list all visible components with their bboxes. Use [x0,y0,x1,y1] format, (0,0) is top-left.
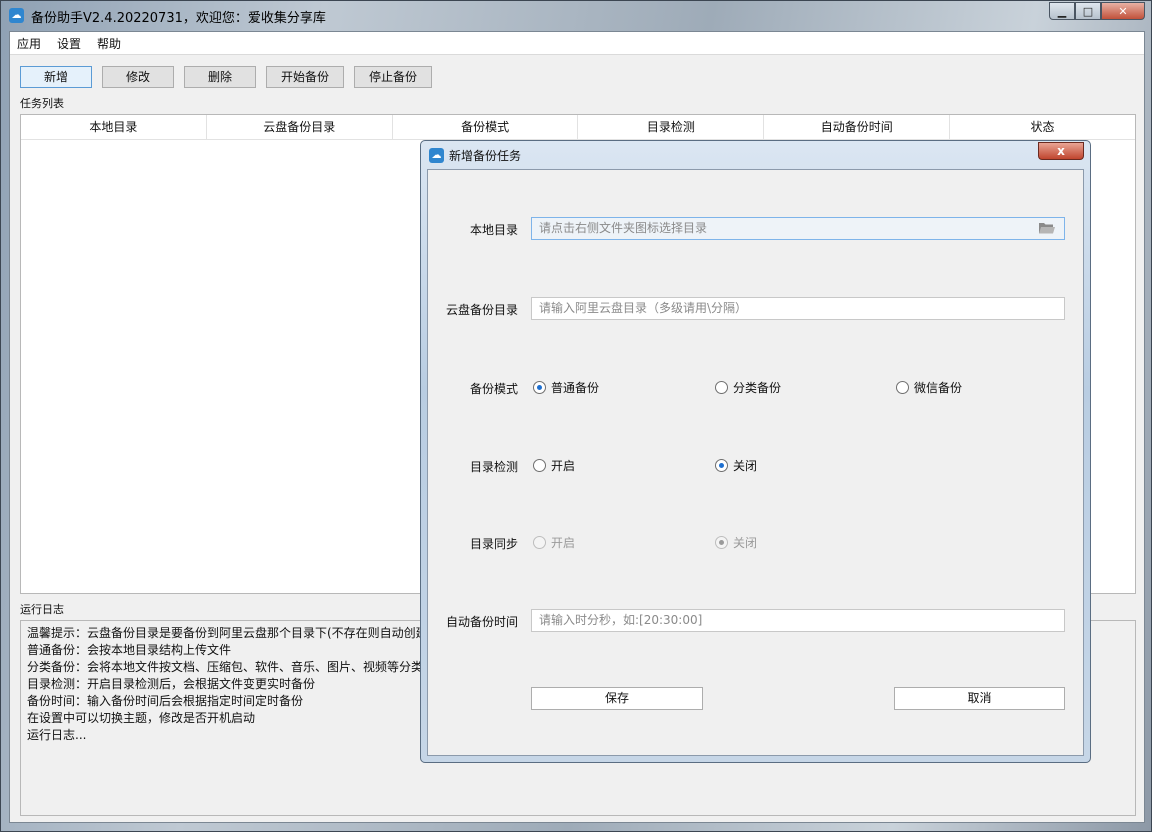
window-title: 备份助手V2.4.20220731，欢迎您：爱收集分享库 [31,11,326,26]
auto-time-input[interactable]: 请输入时分秒，如:[20:30:00] [531,609,1065,632]
maximize-icon[interactable]: □ [1075,2,1101,20]
local-dir-placeholder: 请点击右侧文件夹图标选择目录 [539,221,708,235]
column-dir-check[interactable]: 目录检测 [578,115,765,139]
column-cloud-dir[interactable]: 云盘备份目录 [207,115,393,139]
column-auto-time[interactable]: 自动备份时间 [764,115,951,139]
dialog-title: 新增备份任务 [449,149,522,163]
radio-label: 分类备份 [733,381,782,395]
radio-label: 开启 [551,459,576,473]
radio-dir-sync-off: 关闭 [715,534,757,551]
title-bar[interactable]: ☁ 备份助手V2.4.20220731，欢迎您：爱收集分享库 ▁ □ ✕ [1,1,1151,30]
start-backup-button[interactable]: 开始备份 [266,66,344,88]
cloud-dir-label: 云盘备份目录 [445,303,518,317]
radio-indicator [533,459,546,472]
edit-button[interactable]: 修改 [102,66,174,88]
radio-category-backup[interactable]: 分类备份 [715,379,781,396]
task-list-label: 任务列表 [20,97,64,110]
menu-bar: 应用 设置 帮助 [10,32,1144,55]
radio-indicator [715,459,728,472]
backup-mode-label: 备份模式 [469,382,518,396]
save-button[interactable]: 保存 [531,687,703,710]
minimize-icon[interactable]: ▁ [1049,2,1075,20]
radio-wechat-backup[interactable]: 微信备份 [896,379,962,396]
menu-settings[interactable]: 设置 [57,35,81,52]
radio-indicator [715,381,728,394]
column-backup-mode[interactable]: 备份模式 [393,115,579,139]
dialog-close-button[interactable]: x [1038,142,1084,160]
column-local-dir[interactable]: 本地目录 [21,115,207,139]
radio-label: 微信备份 [914,381,963,395]
radio-label: 关闭 [733,536,758,550]
dir-sync-label: 目录同步 [469,537,518,551]
delete-button[interactable]: 删除 [184,66,256,88]
radio-label: 关闭 [733,459,758,473]
column-status[interactable]: 状态 [950,115,1135,139]
dir-check-label: 目录检测 [469,460,518,474]
cloud-dir-placeholder: 请输入阿里云盘目录（多级请用\分隔） [539,301,748,315]
radio-indicator [533,536,546,549]
auto-time-label: 自动备份时间 [445,615,518,629]
folder-icon[interactable] [1039,222,1055,234]
close-icon[interactable]: ✕ [1101,2,1145,20]
radio-indicator [715,536,728,549]
radio-label: 开启 [551,536,576,550]
table-header: 本地目录 云盘备份目录 备份模式 目录检测 自动备份时间 状态 [21,115,1135,140]
cloud-dir-input[interactable]: 请输入阿里云盘目录（多级请用\分隔） [531,297,1065,320]
radio-dir-check-on[interactable]: 开启 [533,457,575,474]
dialog-body: 本地目录 请点击右侧文件夹图标选择目录 云盘备份目录 请输入阿里云盘目录（多级请… [427,169,1084,756]
menu-help[interactable]: 帮助 [97,35,121,52]
radio-dir-check-off[interactable]: 关闭 [715,457,757,474]
add-button[interactable]: 新增 [20,66,92,88]
add-task-dialog: ☁ 新增备份任务 x 本地目录 请点击右侧文件夹图标选择目录 云盘备份目录 请输… [420,140,1091,763]
local-dir-input[interactable]: 请点击右侧文件夹图标选择目录 [531,217,1065,240]
cloud-icon: ☁ [9,8,24,23]
cancel-button[interactable]: 取消 [894,687,1065,710]
log-label: 运行日志 [20,603,64,616]
cloud-icon: ☁ [429,148,444,163]
radio-label: 普通备份 [551,381,600,395]
auto-time-placeholder: 请输入时分秒，如:[20:30:00] [539,613,703,627]
local-dir-label: 本地目录 [469,223,518,237]
stop-backup-button[interactable]: 停止备份 [354,66,432,88]
radio-indicator [533,381,546,394]
menu-app[interactable]: 应用 [17,35,41,52]
radio-indicator [896,381,909,394]
radio-normal-backup[interactable]: 普通备份 [533,379,599,396]
radio-dir-sync-on: 开启 [533,534,575,551]
window-controls: ▁ □ ✕ [1049,2,1145,20]
